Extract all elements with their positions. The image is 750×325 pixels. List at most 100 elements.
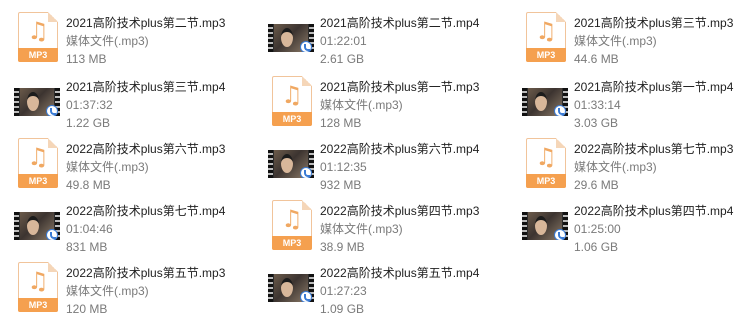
file-name: 2021高阶技术plus第一节.mp4 (574, 80, 734, 94)
file-name: 2022高阶技术plus第五节.mp3 (66, 266, 226, 280)
media-player-icon (300, 291, 312, 302)
file-size: 120 MB (66, 302, 108, 316)
audio-file-icon: ♫ MP3 (522, 138, 568, 190)
file-detail: 01:27:23 (320, 284, 367, 298)
music-note-icon: ♫ (535, 17, 557, 45)
file-size: 831 MB (66, 240, 108, 254)
file-info: 2022高阶技术plus第五节.mp4 01:27:23 1.09 GB (320, 264, 506, 318)
video-thumbnail (268, 12, 314, 64)
file-size: 113 MB (66, 52, 107, 66)
file-name: 2021高阶技术plus第一节.mp3 (320, 80, 480, 94)
music-note-icon: ♫ (27, 267, 49, 295)
file-name: 2022高阶技术plus第四节.mp4 (574, 204, 734, 218)
file-name: 2021高阶技术plus第二节.mp4 (320, 16, 480, 30)
file-size: 29.6 MB (574, 178, 619, 192)
mp3-badge: MP3 (526, 48, 566, 62)
file-item[interactable]: ♫ MP3 2022高阶技术plus第五节.mp3 媒体文件(.mp3) 120 MB (4, 256, 254, 318)
audio-file-icon: ♫ MP3 (14, 262, 60, 314)
file-size: 38.9 MB (320, 240, 365, 254)
file-detail: 媒体文件(.mp3) (574, 34, 657, 48)
file-name: 2022高阶技术plus第六节.mp3 (66, 142, 226, 156)
file-info: 2022高阶技术plus第六节.mp3 媒体文件(.mp3) 49.8 MB (66, 140, 252, 194)
mp3-badge: MP3 (18, 298, 58, 312)
audio-file-icon: ♫ MP3 (522, 12, 568, 64)
file-detail: 01:25:00 (574, 222, 621, 236)
file-size: 1.22 GB (66, 116, 111, 130)
file-item[interactable]: ♫ MP3 2022高阶技术plus第四节.mp3 媒体文件(.mp3) 38.9 MB (258, 194, 508, 256)
file-item[interactable]: 2022高阶技术plus第六节.mp4 01:12:35 932 MB (258, 132, 508, 194)
music-note-icon: ♫ (281, 205, 303, 233)
music-note-icon: ♫ (281, 81, 303, 109)
video-thumbnail (268, 262, 314, 314)
media-player-icon (46, 229, 58, 240)
file-item[interactable]: ♫ MP3 2022高阶技术plus第七节.mp3 媒体文件(.mp3) 29.6 MB (512, 132, 750, 194)
file-item[interactable]: 2021高阶技术plus第三节.mp4 01:37:32 1.22 GB (4, 70, 254, 132)
file-detail: 01:22:01 (320, 34, 367, 48)
file-detail: 01:04:46 (66, 222, 113, 236)
audio-file-icon: ♫ MP3 (14, 138, 60, 190)
file-size: 1.09 GB (320, 302, 365, 316)
audio-file-icon: ♫ MP3 (268, 76, 314, 128)
audio-file-icon: ♫ MP3 (14, 12, 60, 64)
file-detail: 媒体文件(.mp3) (320, 98, 403, 112)
file-item[interactable]: ♫ MP3 2021高阶技术plus第一节.mp3 媒体文件(.mp3) 128 MB (258, 70, 508, 132)
file-name: 2021高阶技术plus第二节.mp3 (66, 16, 226, 30)
file-info: 2022高阶技术plus第四节.mp4 01:25:00 1.06 GB (574, 202, 750, 256)
file-name: 2021高阶技术plus第三节.mp3 (574, 16, 734, 30)
video-thumbnail (14, 76, 60, 128)
file-info: 2021高阶技术plus第一节.mp4 01:33:14 3.03 GB (574, 78, 750, 132)
file-info: 2021高阶技术plus第二节.mp4 01:22:01 2.61 GB (320, 14, 506, 68)
file-item[interactable]: 2022高阶技术plus第七节.mp4 01:04:46 831 MB (4, 194, 254, 256)
file-size: 128 MB (320, 116, 362, 130)
music-note-icon: ♫ (535, 143, 557, 171)
file-size: 1.06 GB (574, 240, 619, 254)
file-item[interactable]: ♫ MP3 2021高阶技术plus第三节.mp3 媒体文件(.mp3) 44.6 MB (512, 6, 750, 68)
file-detail: 媒体文件(.mp3) (574, 160, 657, 174)
mp3-badge: MP3 (272, 236, 312, 250)
video-thumbnail (522, 200, 568, 252)
file-item[interactable]: 2021高阶技术plus第一节.mp4 01:33:14 3.03 GB (512, 70, 750, 132)
file-item[interactable]: 2021高阶技术plus第二节.mp4 01:22:01 2.61 GB (258, 6, 508, 68)
file-name: 2022高阶技术plus第四节.mp3 (320, 204, 480, 218)
file-detail: 01:33:14 (574, 98, 621, 112)
audio-file-icon: ♫ MP3 (268, 200, 314, 252)
file-size: 2.61 GB (320, 52, 365, 66)
file-info: 2021高阶技术plus第三节.mp3 媒体文件(.mp3) 44.6 MB (574, 14, 750, 68)
media-player-icon (300, 167, 312, 178)
mp3-badge: MP3 (18, 48, 58, 62)
file-detail: 媒体文件(.mp3) (66, 160, 149, 174)
video-thumbnail (522, 76, 568, 128)
music-note-icon: ♫ (27, 143, 49, 171)
file-name: 2022高阶技术plus第六节.mp4 (320, 142, 480, 156)
music-note-icon: ♫ (27, 17, 49, 45)
file-name: 2022高阶技术plus第七节.mp4 (66, 204, 226, 218)
file-grid: ♫ MP3 2021高阶技术plus第二节.mp3 媒体文件(.mp3) 113 MB 2… (0, 0, 750, 325)
file-item[interactable]: 2022高阶技术plus第五节.mp4 01:27:23 1.09 GB (258, 256, 508, 318)
file-size: 44.6 MB (574, 52, 619, 66)
media-player-icon (554, 229, 566, 240)
file-item[interactable]: 2022高阶技术plus第四节.mp4 01:25:00 1.06 GB (512, 194, 750, 256)
file-detail: 01:37:32 (66, 98, 113, 112)
file-name: 2022高阶技术plus第七节.mp3 (574, 142, 734, 156)
media-player-icon (300, 41, 312, 52)
file-item[interactable]: ♫ MP3 2022高阶技术plus第六节.mp3 媒体文件(.mp3) 49.8 MB (4, 132, 254, 194)
file-size: 932 MB (320, 178, 362, 192)
video-thumbnail (268, 138, 314, 190)
file-info: 2021高阶技术plus第二节.mp3 媒体文件(.mp3) 113 MB (66, 14, 252, 68)
file-info: 2021高阶技术plus第一节.mp3 媒体文件(.mp3) 128 MB (320, 78, 506, 132)
mp3-badge: MP3 (18, 174, 58, 188)
file-name: 2022高阶技术plus第五节.mp4 (320, 266, 480, 280)
file-size: 49.8 MB (66, 178, 111, 192)
file-info: 2022高阶技术plus第六节.mp4 01:12:35 932 MB (320, 140, 506, 194)
file-info: 2022高阶技术plus第四节.mp3 媒体文件(.mp3) 38.9 MB (320, 202, 506, 256)
file-info: 2022高阶技术plus第七节.mp3 媒体文件(.mp3) 29.6 MB (574, 140, 750, 194)
video-thumbnail (14, 200, 60, 252)
mp3-badge: MP3 (526, 174, 566, 188)
file-item[interactable]: ♫ MP3 2021高阶技术plus第二节.mp3 媒体文件(.mp3) 113 MB (4, 6, 254, 68)
file-info: 2022高阶技术plus第五节.mp3 媒体文件(.mp3) 120 MB (66, 264, 252, 318)
mp3-badge: MP3 (272, 112, 312, 126)
file-detail: 媒体文件(.mp3) (320, 222, 403, 236)
file-detail: 01:12:35 (320, 160, 367, 174)
file-name: 2021高阶技术plus第三节.mp4 (66, 80, 226, 94)
file-info: 2022高阶技术plus第七节.mp4 01:04:46 831 MB (66, 202, 252, 256)
